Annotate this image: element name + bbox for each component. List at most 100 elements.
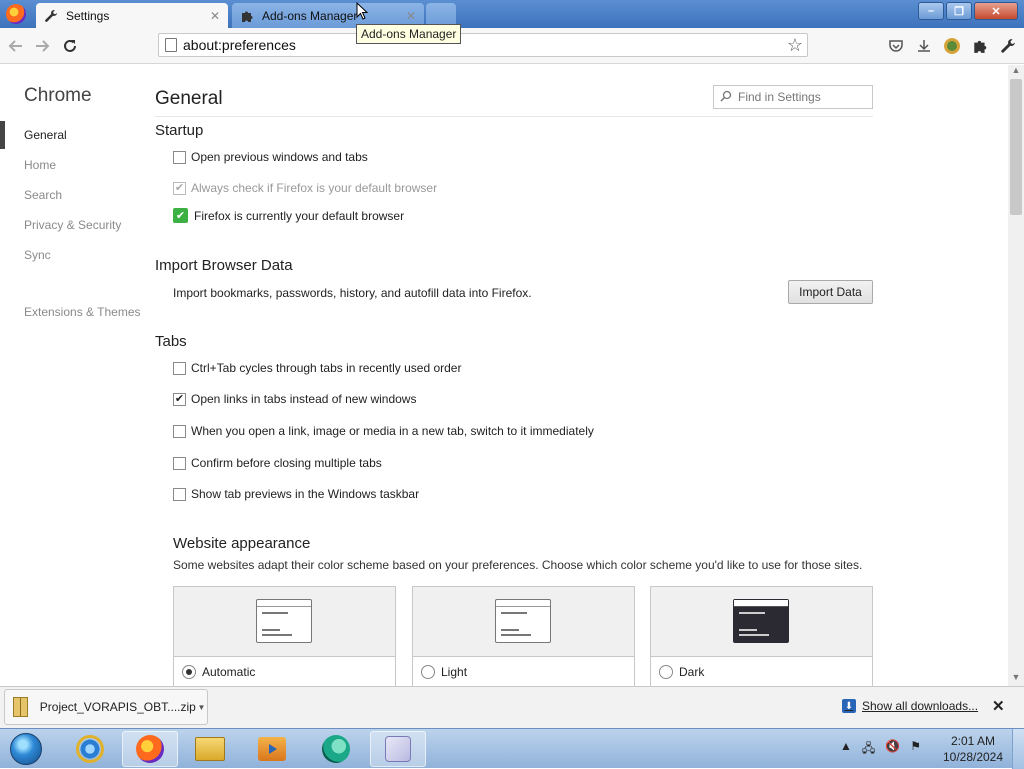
media-player-taskbar-button[interactable] [244,731,300,767]
download-filename: Project_VORAPIS_OBT....zip [39,700,196,714]
appearance-card-light[interactable]: Light [412,586,635,686]
appearance-card-automatic[interactable]: Automatic [173,586,396,686]
find-in-settings-input[interactable]: Find in Settings [713,85,873,109]
app-taskbar-button[interactable] [308,731,364,767]
active-marker [0,121,5,149]
restore-button[interactable]: ❐ [946,2,972,20]
confirm-close-checkbox-row[interactable]: Confirm before closing multiple tabs [173,456,382,470]
checkbox[interactable] [173,424,186,438]
close-window-button[interactable]: ✕ [974,2,1018,20]
internet-explorer-taskbar-button[interactable] [62,731,118,767]
system-tray: ▲ 🖧 🔇 ⚑ [840,739,921,760]
open-links-checkbox-row[interactable]: ✔ Open links in tabs instead of new wind… [173,392,416,406]
scroll-thumb[interactable] [1010,79,1022,215]
network-icon[interactable]: 🖧 [862,739,875,760]
checkbox[interactable] [173,150,186,164]
extensions-puzzle-icon[interactable] [970,36,990,56]
page-icon [165,38,177,52]
sidebar-item-privacy-security[interactable]: Privacy & Security [24,218,121,232]
tab-settings[interactable]: Settings ✕ [36,3,228,28]
scroll-down-arrow-icon[interactable]: ▼ [1008,672,1024,686]
sidebar-item-sync[interactable]: Sync [24,248,51,262]
show-hidden-icons-icon[interactable]: ▲ [840,739,852,760]
checkbox: ✔ [173,181,186,195]
import-description: Import bookmarks, passwords, history, an… [173,286,532,300]
switch-to-tab-checkbox-row[interactable]: When you open a link, image or media in … [173,424,594,438]
wrench-menu-icon[interactable] [998,36,1018,56]
windows-logo-icon [10,733,42,765]
radio-dark[interactable] [659,665,673,679]
clock[interactable]: 2:01 AM 10/28/2024 [938,733,1008,765]
checkbox-label: Open previous windows and tabs [191,150,368,164]
folder-icon [195,737,225,761]
show-desktop-button[interactable] [1012,729,1024,769]
ctrl-tab-checkbox-row[interactable]: Ctrl+Tab cycles through tabs in recently… [173,361,461,375]
appearance-card-dark[interactable]: Dark [650,586,873,686]
checkbox[interactable] [173,361,186,375]
vertical-scrollbar[interactable]: ▲ ▼ [1008,65,1024,686]
checkbox-label: Always check if Firefox is your default … [191,181,438,195]
bookmark-star-icon[interactable]: ☆ [783,35,807,56]
sidebar-item-extensions-themes[interactable]: Extensions & Themes [24,305,141,319]
open-previous-checkbox-row[interactable]: Open previous windows and tabs [173,150,368,164]
tab-label: Settings [66,8,110,23]
checkbox[interactable] [173,456,186,470]
account-avatar-icon[interactable] [942,36,962,56]
file-explorer-taskbar-button[interactable] [182,731,238,767]
sidebar-item-general[interactable]: General [24,128,67,142]
tab-previews-checkbox-row[interactable]: Show tab previews in the Windows taskbar [173,487,419,501]
checkbox-label: Confirm before closing multiple tabs [191,456,382,470]
brand-title: Chrome [24,85,92,106]
card-footer: Dark [651,656,872,686]
radio-automatic[interactable] [182,665,196,679]
firefox-taskbar-button[interactable] [122,731,178,767]
checkbox[interactable]: ✔ [173,392,186,406]
scroll-up-arrow-icon[interactable]: ▲ [1008,65,1024,79]
find-placeholder: Find in Settings [738,90,821,104]
import-heading: Import Browser Data [155,257,293,274]
download-icon[interactable] [914,36,934,56]
option-label: Dark [679,665,705,679]
chevron-down-icon[interactable]: ▼ [196,703,207,712]
forward-arrow-icon [36,40,50,52]
firefox-logo-icon[interactable] [6,4,26,24]
tab-label: Add-ons Manager [262,8,358,23]
close-tab-icon[interactable]: ✕ [210,9,220,23]
volume-muted-icon[interactable]: 🔇 [885,739,900,760]
windows-taskbar: ▲ 🖧 🔇 ⚑ 2:01 AM 10/28/2024 [0,728,1024,769]
download-item[interactable]: Project_VORAPIS_OBT....zip ▼ [4,689,208,725]
forward-button[interactable] [32,36,52,56]
sidebar-item-home[interactable]: Home [24,158,56,172]
window-controls: – ❐ ✕ [918,2,1018,20]
media-player-icon [258,737,286,761]
card-footer: Automatic [174,656,395,686]
status-label: Firefox is currently your default browse… [194,208,405,223]
radio-light[interactable] [421,665,435,679]
address-bar[interactable]: about:preferences ☆ [158,33,808,57]
tool-taskbar-button[interactable] [370,731,426,767]
back-button[interactable] [6,36,26,56]
pocket-icon[interactable] [886,36,906,56]
always-check-checkbox-row: ✔ Always check if Firefox is your defaul… [173,181,437,195]
page-title: General [155,88,223,109]
action-center-flag-icon[interactable]: ⚑ [910,739,921,760]
import-data-button[interactable]: Import Data [788,280,873,304]
zip-file-icon [13,697,28,717]
checkbox-label: When you open a link, image or media in … [191,424,594,438]
close-download-bar-icon[interactable]: ✕ [992,697,1005,715]
back-arrow-icon [8,40,22,52]
start-button[interactable] [4,731,48,767]
checkbox-label: Open links in tabs instead of new window… [191,392,417,406]
close-tab-icon[interactable]: ✕ [406,9,416,23]
minimize-button[interactable]: – [918,2,944,20]
checkbox[interactable] [173,487,186,501]
show-all-downloads-link[interactable]: ⬇ Show all downloads... [842,699,978,713]
checkbox-label: Show tab previews in the Windows taskbar [191,487,420,501]
reload-button[interactable] [60,36,80,56]
url-text: about:preferences [183,37,296,53]
sidebar-item-search[interactable]: Search [24,188,62,202]
settings-page: Chrome General Home Search Privacy & Sec… [0,65,1008,686]
default-browser-status: ✔ Firefox is currently your default brow… [173,208,404,223]
startup-heading: Startup [155,122,204,139]
tabs-heading: Tabs [155,333,187,350]
